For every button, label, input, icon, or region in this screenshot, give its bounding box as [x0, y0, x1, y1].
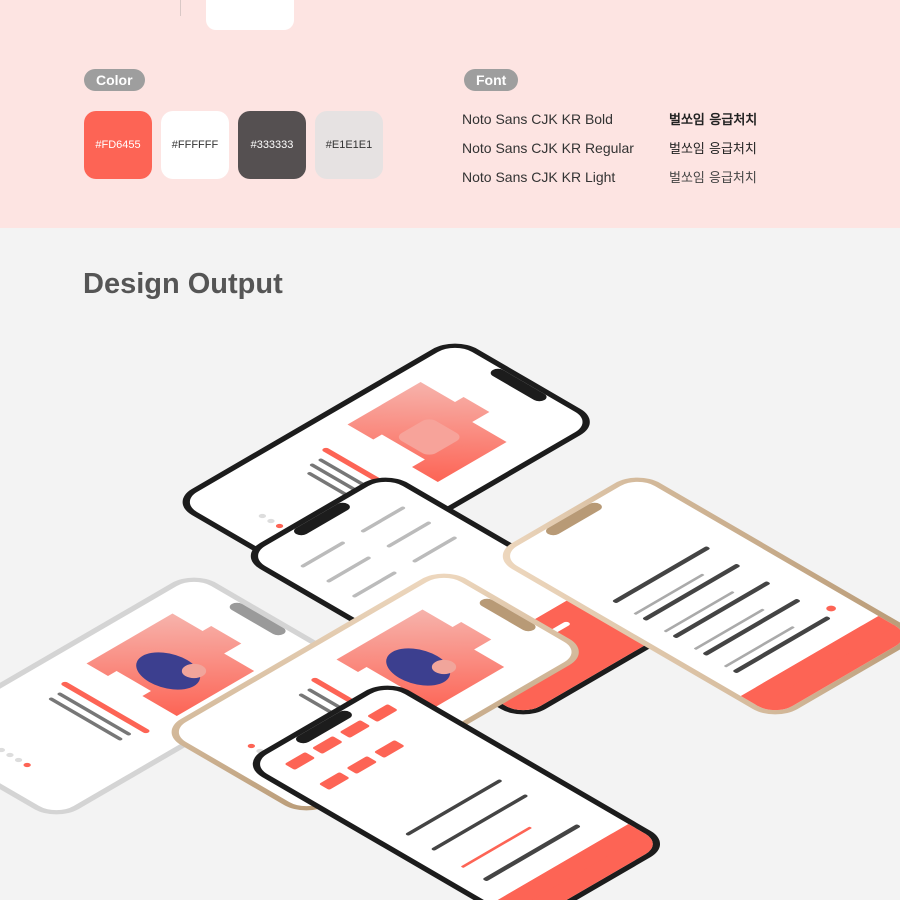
phone-mockups-illustration: [0, 343, 900, 900]
phone-mockups: [0, 0, 900, 900]
